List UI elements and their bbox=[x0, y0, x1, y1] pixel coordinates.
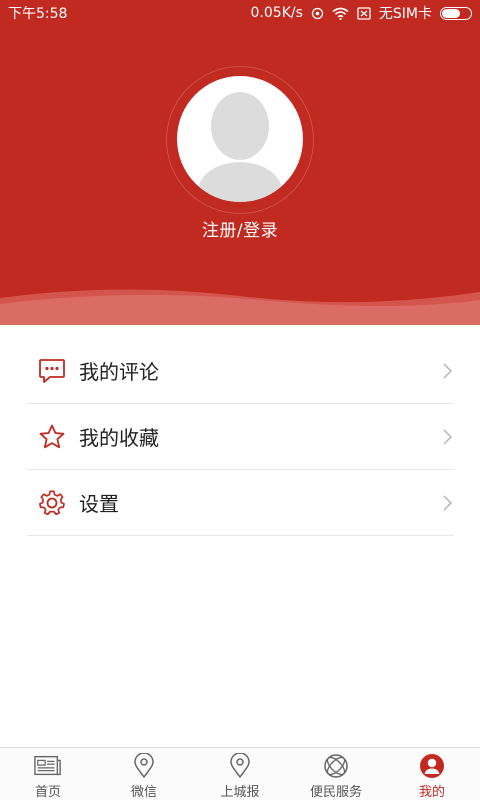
menu-label: 我的收藏 bbox=[79, 426, 159, 450]
battery-icon bbox=[440, 6, 472, 20]
nav-label: 我的 bbox=[418, 785, 445, 800]
nav-label: 首页 bbox=[34, 785, 61, 800]
menu-label: 设置 bbox=[79, 492, 119, 516]
wifi-icon bbox=[332, 7, 349, 20]
nav-label: 便民服务 bbox=[309, 785, 362, 800]
nav-item-services[interactable]: 便民服务 bbox=[288, 748, 384, 800]
menu-label: 我的评论 bbox=[79, 360, 159, 384]
gear-icon bbox=[37, 488, 67, 518]
status-indicators: 0.05K/s 无SIM卡 bbox=[251, 3, 472, 23]
user-icon bbox=[418, 753, 446, 779]
nav-item-home[interactable]: 首页 bbox=[0, 748, 96, 800]
header-wave bbox=[0, 289, 480, 325]
chevron-right-icon bbox=[440, 493, 454, 513]
sync-icon bbox=[311, 7, 324, 20]
newspaper-icon bbox=[34, 753, 62, 779]
nav-item-city-paper[interactable]: 上城报 bbox=[192, 748, 288, 800]
avatar[interactable] bbox=[177, 76, 303, 202]
status-time: 下午5:58 bbox=[8, 6, 68, 22]
nav-label: 上城报 bbox=[220, 785, 260, 800]
no-sim-icon bbox=[357, 6, 371, 20]
location-pin-icon bbox=[130, 753, 158, 779]
nav-label: 微信 bbox=[130, 785, 157, 800]
nav-item-wechat[interactable]: 微信 bbox=[96, 748, 192, 800]
chevron-right-icon bbox=[440, 427, 454, 447]
menu-item-favorites[interactable]: 我的收藏 bbox=[27, 404, 454, 470]
chevron-right-icon bbox=[440, 361, 454, 381]
network-speed: 0.05K/s bbox=[250, 5, 303, 21]
profile-menu: 我的评论 我的收藏 设置 bbox=[27, 338, 454, 536]
status-bar: 下午5:58 0.05K/s 无SIM卡 bbox=[0, 0, 480, 26]
menu-item-settings[interactable]: 设置 bbox=[27, 470, 454, 536]
bottom-nav: 首页 微信 上城报 便民服务 我的 bbox=[0, 747, 480, 800]
star-icon bbox=[37, 422, 67, 452]
orbit-icon bbox=[322, 753, 350, 779]
profile-header: 下午5:58 0.05K/s 无SIM卡 注册/登录 bbox=[0, 0, 480, 325]
location-pin-icon bbox=[226, 753, 254, 779]
register-login-link[interactable]: 注册/登录 bbox=[0, 216, 480, 241]
default-user-icon bbox=[195, 92, 285, 202]
nav-item-mine[interactable]: 我的 bbox=[384, 748, 480, 800]
comment-icon bbox=[37, 356, 67, 386]
sim-status: 无SIM卡 bbox=[378, 6, 432, 22]
menu-item-comments[interactable]: 我的评论 bbox=[27, 338, 454, 404]
